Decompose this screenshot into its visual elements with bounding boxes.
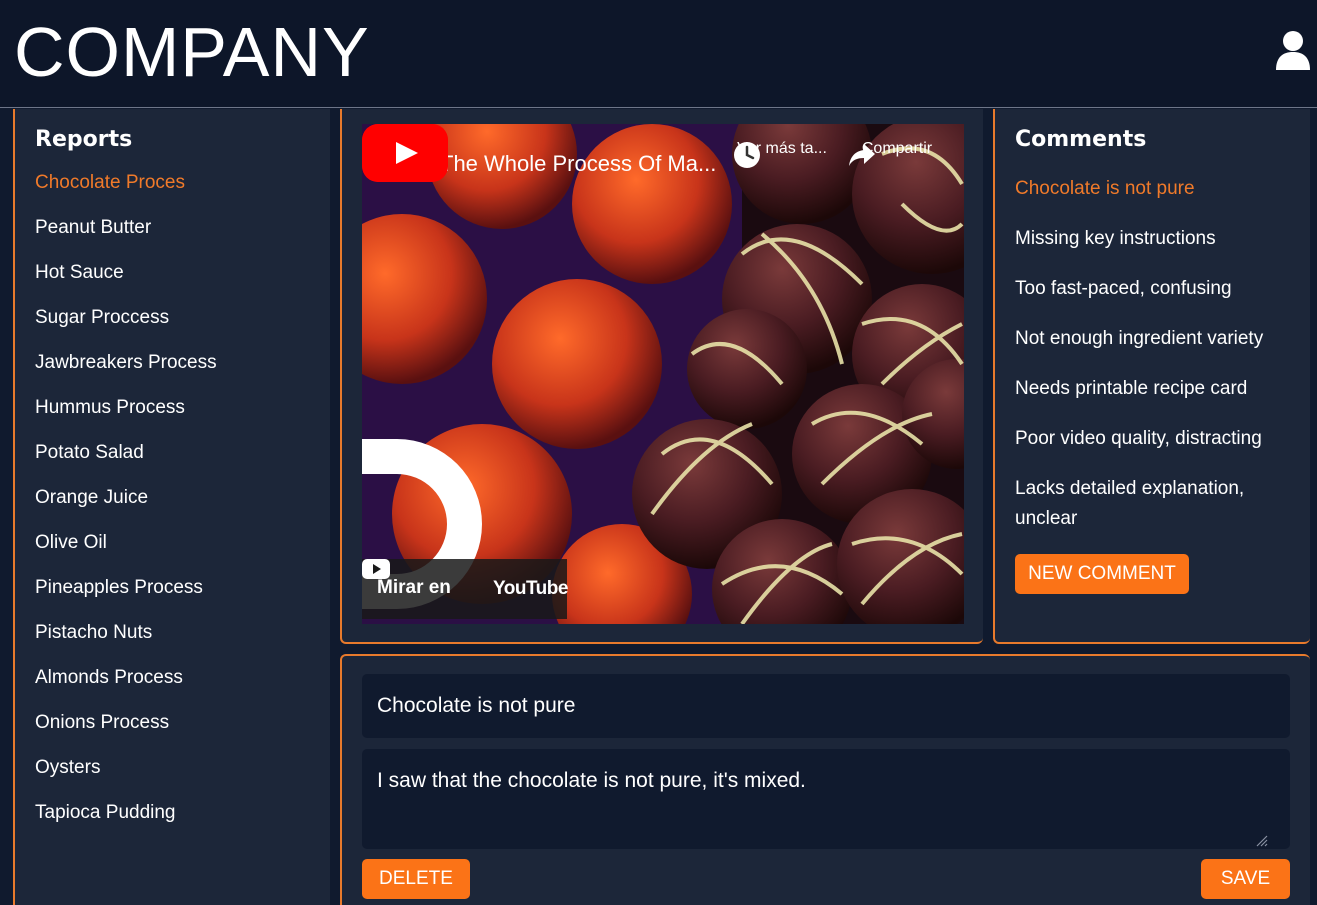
save-button[interactable]: SAVE [1201, 859, 1290, 899]
comment-body-textarea[interactable]: I saw that the chocolate is not pure, it… [362, 749, 1290, 849]
comments-title: Comments [1015, 127, 1147, 152]
company-logo[interactable]: COMPANY [14, 14, 370, 90]
video-player[interactable]: The Whole Process Of Ma... Ver más ta...… [362, 124, 964, 624]
sidebar-item-potato-salad[interactable]: Potato Salad [35, 442, 144, 464]
watch-later-button[interactable]: Ver más ta... [732, 140, 832, 168]
comment-item[interactable]: Chocolate is not pure [1015, 174, 1295, 204]
sidebar-item-pineapples-process[interactable]: Pineapples Process [35, 577, 203, 599]
sidebar-item-jawbreakers-process[interactable]: Jawbreakers Process [35, 352, 217, 374]
comment-editor: I saw that the chocolate is not pure, it… [340, 654, 1310, 905]
sidebar-item-oysters[interactable]: Oysters [35, 757, 100, 779]
comment-item[interactable]: Needs printable recipe card [1015, 374, 1295, 404]
video-title[interactable]: The Whole Process Of Ma... [440, 151, 716, 177]
sidebar-item-orange-juice[interactable]: Orange Juice [35, 487, 148, 509]
comment-item[interactable]: Lacks detailed explanation, unclear [1015, 474, 1265, 534]
reports-title: Reports [35, 127, 133, 152]
new-comment-button[interactable]: NEW COMMENT [1015, 554, 1189, 594]
comment-item[interactable]: Poor video quality, distracting [1015, 424, 1295, 454]
sidebar-item-tapioca-pudding[interactable]: Tapioca Pudding [35, 802, 176, 824]
video-thumbnail [362, 124, 964, 624]
clock-icon [734, 142, 760, 168]
sidebar-item-almonds-process[interactable]: Almonds Process [35, 667, 183, 689]
sidebar-item-onions-process[interactable]: Onions Process [35, 712, 169, 734]
user-icon[interactable] [1275, 30, 1311, 70]
comment-item[interactable]: Missing key instructions [1015, 224, 1295, 254]
sidebar-item-pistacho-nuts[interactable]: Pistacho Nuts [35, 622, 152, 644]
watch-on-youtube-button[interactable]: Mirar en YouTube [362, 559, 568, 619]
share-icon [849, 144, 875, 166]
app-header: COMPANY [0, 0, 1317, 108]
delete-button[interactable]: DELETE [362, 859, 470, 899]
video-panel: The Whole Process Of Ma... Ver más ta...… [340, 109, 983, 644]
sidebar-item-chocolate-process[interactable]: Chocolate Proces [35, 172, 185, 194]
resize-handle-icon[interactable] [1254, 833, 1268, 847]
sidebar-item-olive-oil[interactable]: Olive Oil [35, 532, 107, 554]
play-icon[interactable] [362, 124, 448, 182]
sidebar-item-hot-sauce[interactable]: Hot Sauce [35, 262, 124, 284]
youtube-logo-icon [362, 559, 390, 579]
youtube-label: YouTube [493, 578, 568, 599]
share-button[interactable]: Compartir [847, 140, 947, 166]
comment-item[interactable]: Not enough ingredient variety [1015, 324, 1295, 354]
sidebar-item-peanut-butter[interactable]: Peanut Butter [35, 217, 151, 239]
comments-panel: Comments Chocolate is not pure Missing k… [993, 109, 1310, 644]
comment-item[interactable]: Too fast-paced, confusing [1015, 274, 1295, 304]
sidebar-item-sugar-process[interactable]: Sugar Proccess [35, 307, 169, 329]
reports-sidebar: Reports Chocolate Proces Peanut Butter H… [13, 109, 330, 905]
comment-title-input[interactable] [362, 674, 1290, 738]
watch-on-label: Mirar en [377, 577, 451, 598]
sidebar-item-hummus-process[interactable]: Hummus Process [35, 397, 185, 419]
